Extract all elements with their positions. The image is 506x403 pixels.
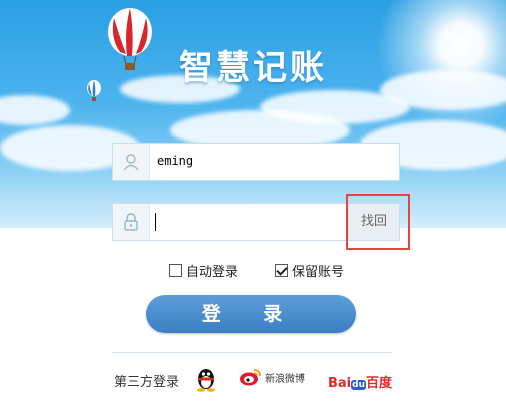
third-party-login-label: 第三方登录 bbox=[114, 375, 180, 390]
divider bbox=[112, 352, 392, 353]
sky-header-background: 智慧记账 bbox=[0, 0, 506, 228]
user-icon bbox=[113, 144, 150, 180]
remember-account-label: 保留账号 bbox=[292, 265, 345, 280]
text-caret bbox=[155, 213, 156, 231]
app-title: 智慧记账 bbox=[179, 48, 327, 88]
cloud bbox=[0, 95, 70, 125]
remember-account-checkbox[interactable]: 保留账号 bbox=[275, 261, 344, 280]
auto-login-label: 自动登录 bbox=[186, 265, 239, 280]
auto-login-checkbox[interactable]: 自动登录 bbox=[169, 261, 238, 280]
auto-login-box[interactable] bbox=[169, 264, 182, 277]
weibo-icon bbox=[240, 369, 261, 386]
login-button[interactable]: 登 录 bbox=[146, 295, 356, 333]
highlight-box bbox=[346, 194, 410, 250]
qq-penguin-icon[interactable] bbox=[195, 366, 217, 392]
username-field[interactable]: eming bbox=[112, 143, 400, 181]
weibo-label: 新浪微博 bbox=[265, 373, 305, 385]
lock-icon bbox=[113, 204, 150, 240]
weibo-login-link[interactable]: 新浪微博 bbox=[239, 367, 305, 387]
username-value: eming bbox=[157, 154, 194, 168]
remember-account-box[interactable] bbox=[275, 264, 288, 277]
baidu-icon[interactable]: Baidu百度 bbox=[328, 372, 392, 391]
